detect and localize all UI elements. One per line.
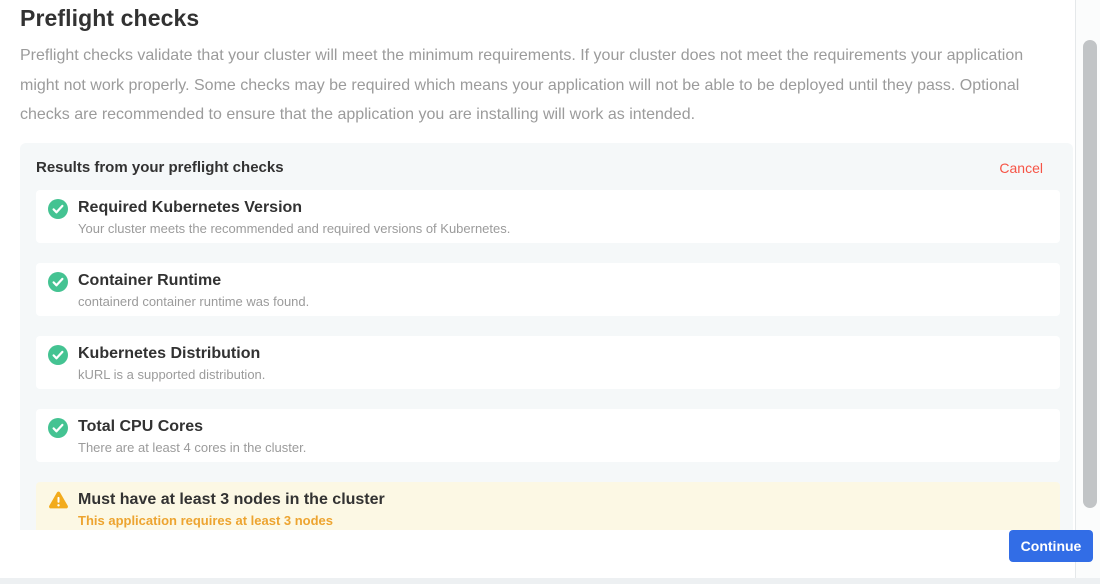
cancel-link[interactable]: Cancel [999, 160, 1043, 176]
scrollbar-track[interactable] [1075, 0, 1100, 578]
check-title: Required Kubernetes Version [78, 198, 510, 217]
check-circle-icon [48, 345, 68, 365]
check-card: Must have at least 3 nodes in the cluste… [36, 482, 1060, 530]
page-description: Preflight checks validate that your clus… [20, 41, 1062, 130]
panel-header: Results from your preflight checks Cance… [20, 143, 1073, 190]
check-title: Container Runtime [78, 271, 309, 290]
check-circle-icon [48, 199, 70, 243]
check-card: Kubernetes Distribution kURL is a suppor… [36, 336, 1060, 389]
check-circle-icon [48, 272, 68, 292]
panel-heading: Results from your preflight checks [36, 159, 284, 176]
warning-triangle-icon [48, 491, 70, 530]
check-circle-icon [48, 272, 70, 316]
check-circle-icon [48, 345, 70, 389]
check-circle-icon [48, 418, 70, 462]
continue-button[interactable]: Continue [1009, 530, 1093, 562]
check-card: Container Runtime containerd container r… [36, 263, 1060, 316]
check-card: Required Kubernetes Version Your cluster… [36, 190, 1060, 243]
scrollbar-thumb[interactable] [1083, 40, 1097, 508]
check-message: This application requires at least 3 nod… [78, 513, 385, 528]
check-message: There are at least 4 cores in the cluste… [78, 440, 306, 455]
check-message: Your cluster meets the recommended and r… [78, 221, 510, 236]
check-message: kURL is a supported distribution. [78, 367, 265, 382]
footer-bar [0, 530, 1074, 578]
bottom-edge-strip [0, 578, 1100, 584]
check-circle-icon [48, 418, 68, 438]
check-card: Total CPU Cores There are at least 4 cor… [36, 409, 1060, 462]
preflight-checks-page: Preflight checks Preflight checks valida… [0, 0, 1100, 584]
preflight-results-panel: Results from your preflight checks Cance… [20, 143, 1073, 530]
check-title: Total CPU Cores [78, 417, 306, 436]
check-circle-icon [48, 199, 68, 219]
check-title: Kubernetes Distribution [78, 344, 265, 363]
check-title: Must have at least 3 nodes in the cluste… [78, 490, 385, 509]
check-list: Required Kubernetes Version Your cluster… [20, 190, 1073, 530]
warning-triangle-icon [48, 491, 69, 510]
check-message: containerd container runtime was found. [78, 294, 309, 309]
page-title: Preflight checks [20, 5, 199, 32]
